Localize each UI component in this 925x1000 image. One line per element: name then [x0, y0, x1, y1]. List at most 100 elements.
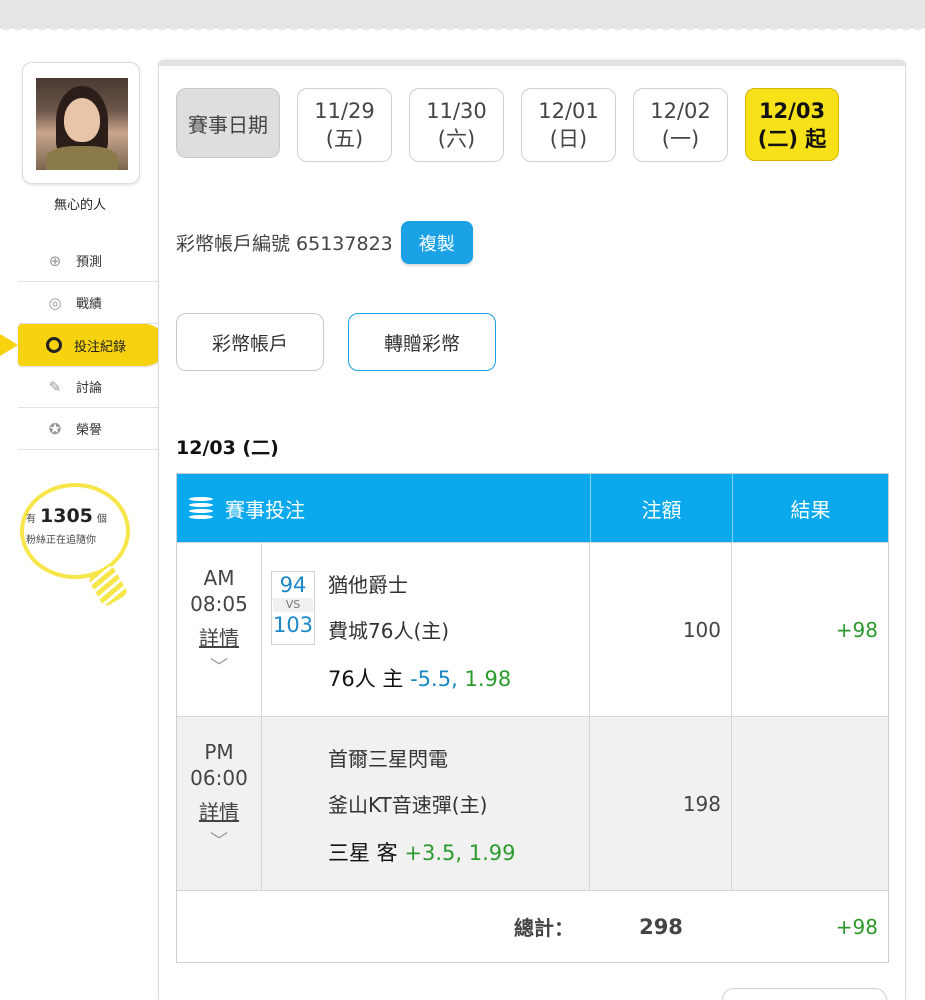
score-box: 94 VS 103 — [271, 571, 315, 645]
pick-team: 三星 客 — [328, 841, 398, 865]
crosshair-icon: ⊕ — [48, 251, 62, 270]
chevron-down-icon[interactable]: ﹀ — [210, 655, 228, 681]
action-row: 彩幣帳戶 轉贈彩幣 — [176, 313, 496, 371]
fans-bubble[interactable]: 有 1305 個 粉絲正在追隨你 — [20, 483, 130, 608]
sidebar-item-label: 戰績 — [76, 297, 103, 312]
sidebar-item-bet-history[interactable]: 投注紀錄 — [0, 324, 166, 366]
detail-link[interactable]: 詳情 — [199, 625, 239, 651]
bet-result — [732, 717, 888, 890]
time-ampm: AM — [203, 566, 235, 590]
sidebar-menu: ⊕ 預測 ◎ 戰績 投注紀錄 ✎ 討論 ✪ 榮譽 — [0, 240, 166, 450]
header-bets: 賽事投注 — [177, 474, 590, 542]
date-weekday: (一) — [661, 127, 700, 151]
bottom-partial-button[interactable] — [722, 988, 887, 1000]
discussion-icon: ✎ — [48, 377, 62, 396]
pick-odds: 1.99 — [468, 841, 516, 865]
bet-table: 賽事投注 注額 結果 AM 08:05 詳情 ﹀ 94 VS 103 猶他爵士 … — [176, 473, 889, 963]
account-number-label: 彩幣帳戶編號 65137823 — [176, 233, 393, 255]
score-home: 103 — [272, 613, 314, 637]
circle-icon — [46, 337, 62, 353]
fans-subtext: 粉絲正在追隨你 — [26, 535, 96, 546]
date-label: 賽事日期 — [176, 88, 280, 158]
sidebar-item-label: 預測 — [76, 255, 103, 270]
pick-team: 76人 主 — [328, 667, 404, 691]
fans-count-line: 有 1305 個 — [26, 505, 126, 527]
pick-line: +3.5 — [404, 841, 456, 865]
date-value: 11/29 — [314, 99, 375, 123]
copy-button[interactable]: 複製 — [400, 221, 473, 264]
table-row: AM 08:05 詳情 ﹀ 94 VS 103 猶他爵士 費城76人(主) 76… — [177, 542, 888, 716]
main-panel: 賽事日期 11/29 (五) 11/30 (六) 12/01 (日) 12/02… — [158, 60, 906, 1000]
sidebar-item-label: 討論 — [76, 381, 103, 396]
bet-pick: 三星 客 +3.5, 1.99 — [328, 837, 516, 867]
pick-separator: , — [455, 841, 463, 865]
match-time: AM 08:05 詳情 ﹀ — [177, 543, 262, 716]
bet-pick: 76人 主 -5.5, 1.98 — [328, 663, 511, 693]
match-info: 首爾三星閃電 釜山KT音速彈(主) 三星 客 +3.5, 1.99 — [262, 717, 590, 890]
team-home: 費城76人(主) — [328, 619, 450, 643]
bet-result: +98 — [835, 617, 878, 642]
sidebar-item-label: 投注紀錄 — [74, 339, 127, 355]
panel-topbar — [159, 61, 905, 66]
date-weekday: (六) — [437, 127, 476, 151]
day-heading: 12/03 (二) — [176, 437, 279, 459]
date-value: 12/02 — [650, 99, 711, 123]
top-decorative-strip — [0, 0, 925, 33]
score-away: 94 — [279, 573, 307, 597]
table-row: PM 06:00 詳情 ﹀ 首爾三星閃電 釜山KT音速彈(主) 三星 客 +3.… — [177, 716, 888, 890]
time-value: 06:00 — [190, 766, 248, 790]
account-row: 彩幣帳戶編號 65137823 複製 — [176, 221, 473, 264]
time-ampm: PM — [204, 740, 234, 764]
fans-prefix: 有 — [26, 514, 36, 525]
sidebar-item-honor[interactable]: ✪ 榮譽 — [18, 408, 158, 450]
pick-odds: 1.98 — [464, 667, 512, 691]
total-result: +98 — [835, 914, 878, 939]
date-button[interactable]: 12/02 (一) — [633, 88, 728, 162]
medal-icon: ✪ — [48, 419, 62, 438]
total-row: 總計： 298 +98 — [177, 890, 888, 962]
bet-amount: 100 — [590, 543, 732, 716]
date-value: 11/30 — [426, 99, 487, 123]
avatar-frame[interactable] — [22, 62, 140, 184]
fans-count: 1305 — [40, 505, 93, 527]
date-selector: 賽事日期 11/29 (五) 11/30 (六) 12/01 (日) 12/02… — [176, 88, 839, 162]
user-name: 無心的人 — [53, 198, 106, 213]
date-weekday: (二) 起 — [757, 126, 827, 151]
date-value: 12/01 — [538, 99, 599, 123]
team-home: 釜山KT音速彈(主) — [328, 793, 488, 817]
chevron-down-icon[interactable]: ﹀ — [210, 829, 228, 855]
date-weekday: (五) — [325, 127, 364, 151]
date-button[interactable]: 12/01 (日) — [521, 88, 616, 162]
date-button[interactable]: 11/30 (六) — [409, 88, 504, 162]
sidebar-item-predict[interactable]: ⊕ 預測 — [18, 240, 158, 282]
avatar — [36, 78, 128, 170]
pick-line: -5.5 — [410, 667, 452, 691]
sidebar-item-label: 榮譽 — [76, 423, 103, 438]
sidebar: 無心的人 ⊕ 預測 ◎ 戰績 投注紀錄 ✎ 討論 ✪ 榮譽 有 1305 個 粉… — [0, 60, 166, 1000]
date-weekday: (日) — [549, 127, 588, 151]
header-result: 結果 — [732, 474, 888, 542]
time-value: 08:05 — [190, 592, 248, 616]
vs-label: VS — [273, 598, 313, 612]
total-amount: 298 — [639, 914, 683, 939]
header-amount: 注額 — [590, 474, 732, 542]
team-away: 首爾三星閃電 — [328, 747, 448, 771]
coin-account-button[interactable]: 彩幣帳戶 — [176, 313, 324, 371]
pick-separator: , — [451, 667, 458, 691]
record-icon: ◎ — [48, 293, 62, 312]
date-button[interactable]: 11/29 (五) — [297, 88, 392, 162]
date-value: 12/03 — [758, 98, 826, 123]
match-info: 94 VS 103 猶他爵士 費城76人(主) 76人 主 -5.5, 1.98 — [262, 543, 590, 716]
detail-link[interactable]: 詳情 — [199, 799, 239, 825]
sidebar-item-discussion[interactable]: ✎ 討論 — [18, 366, 158, 408]
header-bets-label: 賽事投注 — [225, 497, 305, 522]
fans-suffix: 個 — [96, 514, 107, 525]
date-button-selected[interactable]: 12/03 (二) 起 — [745, 88, 839, 161]
transfer-coin-button[interactable]: 轉贈彩幣 — [348, 313, 496, 371]
coins-icon — [187, 495, 215, 521]
team-away: 猶他爵士 — [328, 573, 408, 597]
bet-amount: 198 — [590, 717, 732, 890]
total-label: 總計： — [514, 916, 574, 940]
table-header: 賽事投注 注額 結果 — [177, 474, 888, 542]
sidebar-item-record[interactable]: ◎ 戰績 — [18, 282, 158, 324]
